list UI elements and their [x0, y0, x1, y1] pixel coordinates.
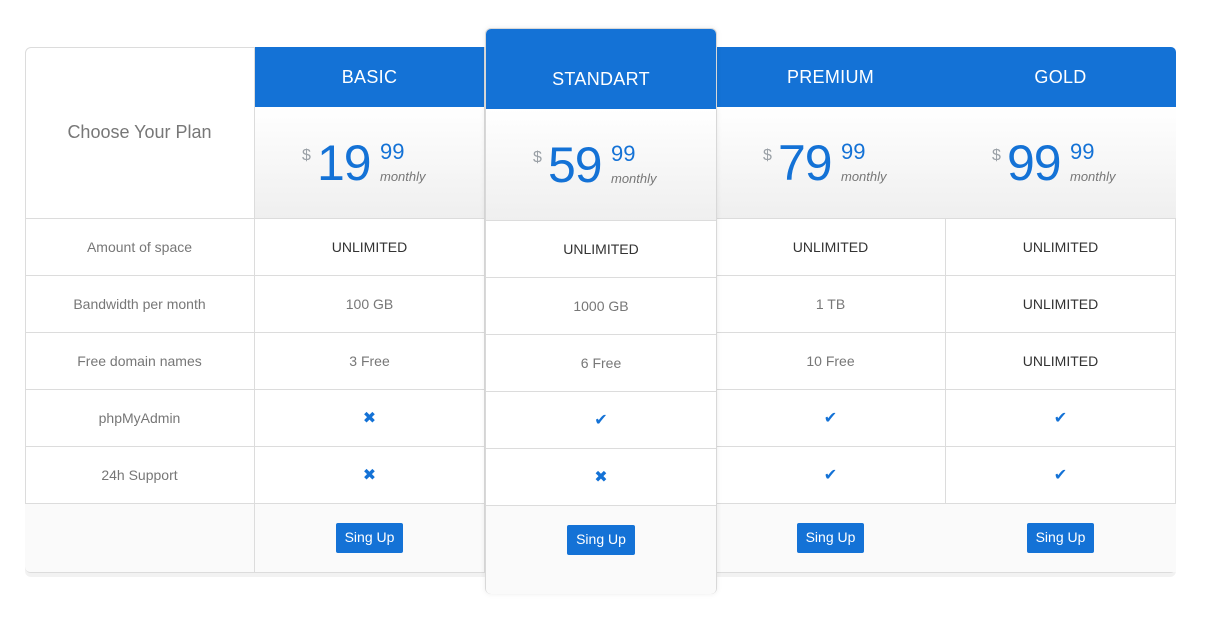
feature-label-column: Choose Your Plan Amount of space Bandwid…	[25, 47, 255, 573]
feature-value: ✖	[486, 449, 716, 506]
plan-footer: Sing Up	[945, 504, 1176, 572]
feature-label: phpMyAdmin	[25, 390, 254, 447]
feature-value: 100 GB	[255, 276, 484, 333]
feature-value: ✔	[716, 390, 945, 447]
check-icon: ✔	[1053, 467, 1068, 484]
price-block: $ 59 99 monthly	[486, 109, 716, 221]
sign-up-button[interactable]: Sing Up	[1026, 523, 1095, 553]
price-block: $ 99 99 monthly	[945, 107, 1176, 219]
price-cents: 99	[611, 141, 636, 166]
feature-value: UNLIMITED	[945, 219, 1176, 276]
feature-value: ✔	[945, 390, 1176, 447]
check-icon: ✔	[823, 410, 838, 427]
plan-name: GOLD	[945, 47, 1176, 107]
plan-footer: Sing Up	[716, 504, 945, 572]
feature-label: Free domain names	[25, 333, 254, 390]
currency-symbol: $	[992, 147, 1001, 164]
plan-footer: Sing Up	[255, 504, 484, 572]
price-amount: 59	[548, 137, 603, 193]
feature-value: ✔	[486, 392, 716, 449]
plan-column-standart: STANDART $ 59 99 monthly UNLIMITED 1000 G…	[485, 28, 717, 594]
feature-value: UNLIMITED	[945, 333, 1176, 390]
price-amount: 99	[1007, 135, 1062, 191]
feature-value: UNLIMITED	[716, 219, 945, 276]
feature-value: UNLIMITED	[255, 219, 484, 276]
feature-label: Bandwidth per month	[25, 276, 254, 333]
plan-name: BASIC	[255, 47, 484, 107]
feature-value: ✔	[716, 447, 945, 504]
price-cents: 99	[380, 139, 405, 164]
feature-value: UNLIMITED	[945, 276, 1176, 333]
feature-value: ✖	[255, 447, 484, 504]
price-block: $ 79 99 monthly	[716, 107, 945, 219]
feature-value: 6 Free	[486, 335, 716, 392]
price-period: monthly	[1070, 169, 1116, 184]
label-footer	[25, 504, 254, 572]
feature-value: 3 Free	[255, 333, 484, 390]
feature-value: 10 Free	[716, 333, 945, 390]
currency-symbol: $	[763, 147, 772, 164]
price-block: $ 19 99 monthly	[255, 107, 484, 219]
feature-value: ✔	[945, 447, 1176, 504]
price-cents: 99	[841, 139, 866, 164]
sign-up-button[interactable]: Sing Up	[796, 523, 865, 553]
plan-column-basic: BASIC $ 19 99 monthly UNLIMITED 100 GB 3 F…	[255, 47, 485, 573]
check-icon: ✔	[823, 467, 838, 484]
check-icon: ✔	[594, 412, 608, 429]
cross-icon: ✖	[362, 467, 377, 484]
sign-up-button[interactable]: Sing Up	[335, 523, 404, 553]
feature-value: UNLIMITED	[486, 221, 716, 278]
plan-column-gold: GOLD $ 99 99 monthly UNLIMITED UNLIMITED U…	[945, 47, 1176, 573]
currency-symbol: $	[302, 147, 311, 164]
currency-symbol: $	[533, 149, 542, 166]
feature-value: 1000 GB	[486, 278, 716, 335]
feature-value: ✖	[255, 390, 484, 447]
plan-footer: Sing Up	[486, 506, 716, 594]
price-period: monthly	[611, 171, 657, 186]
price-period: monthly	[841, 169, 887, 184]
cross-icon: ✖	[594, 469, 608, 486]
feature-label: Amount of space	[25, 219, 254, 276]
check-icon: ✔	[1053, 410, 1068, 427]
cross-icon: ✖	[362, 410, 377, 427]
choose-plan-heading: Choose Your Plan	[25, 47, 254, 219]
plan-name: STANDART	[486, 29, 716, 109]
price-amount: 79	[778, 135, 833, 191]
sign-up-button[interactable]: Sing Up	[567, 525, 635, 555]
price-amount: 19	[317, 135, 372, 191]
price-period: monthly	[380, 169, 426, 184]
feature-label: 24h Support	[25, 447, 254, 504]
price-cents: 99	[1070, 139, 1095, 164]
plan-column-premium: PREMIUM $ 79 99 monthly UNLIMITED 1 TB 10 …	[716, 47, 946, 573]
plan-name: PREMIUM	[716, 47, 945, 107]
feature-value: 1 TB	[716, 276, 945, 333]
